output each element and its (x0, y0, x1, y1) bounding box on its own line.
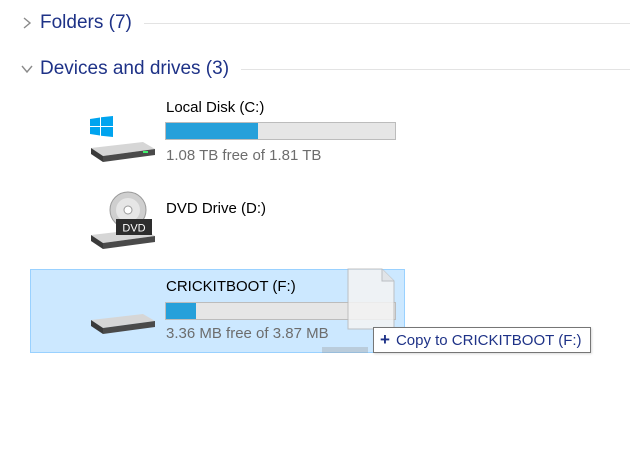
folders-group-divider (143, 22, 630, 24)
drive-usage-fill-c (166, 123, 259, 139)
windows-drive-icon (90, 116, 155, 162)
copy-to-tooltip: + Copy to CRICKITBOOT (F:) (373, 327, 591, 353)
chevron-right-icon[interactable] (20, 16, 34, 30)
folders-group-header[interactable]: Folders (7) (20, 10, 630, 36)
plus-icon: + (380, 330, 390, 349)
devices-group-label: Devices and drives (3) (40, 58, 230, 79)
folders-group-label: Folders (7) (40, 12, 132, 33)
devices-group-header[interactable]: Devices and drives (3) (20, 56, 630, 82)
drive-usage-fill-f (166, 303, 197, 319)
drive-free-space-f: 3.36 MB free of 3.87 MB (166, 325, 329, 342)
devices-group-divider (241, 68, 630, 70)
dragged-file-icon (347, 268, 395, 330)
drive-free-space-c: 1.08 TB free of 1.81 TB (166, 147, 322, 164)
drive-usage-bar-c (165, 122, 396, 140)
copy-to-tooltip-text: Copy to CRICKITBOOT (F:) (395, 331, 582, 349)
chevron-down-icon[interactable] (20, 62, 34, 76)
drive-name-c: Local Disk (C:) (166, 99, 265, 116)
dvd-drive-icon: DVD (91, 191, 155, 249)
drive-name-f: CRICKITBOOT (F:) (166, 278, 296, 295)
dvd-label: DVD (122, 223, 145, 235)
drive-name-d: DVD Drive (D:) (166, 200, 266, 217)
removable-drive-icon (91, 314, 155, 334)
